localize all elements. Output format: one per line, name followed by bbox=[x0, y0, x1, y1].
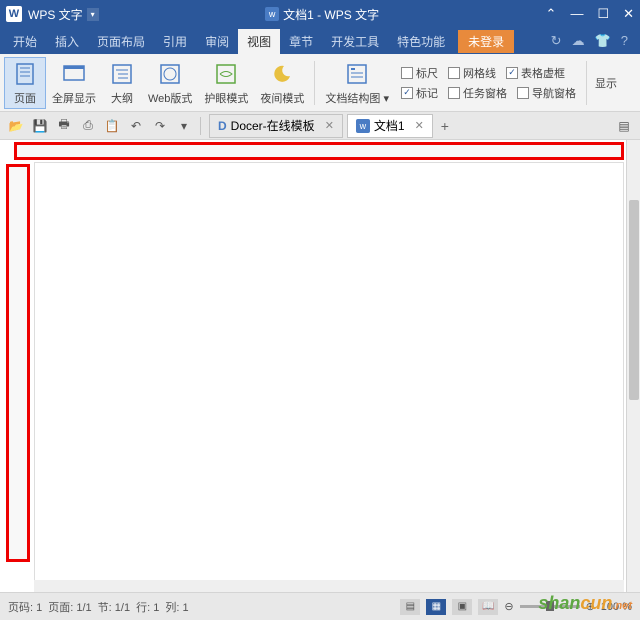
horizontal-scrollbar[interactable] bbox=[34, 580, 624, 592]
structure-icon bbox=[343, 60, 371, 88]
doc-icon: w bbox=[265, 7, 279, 21]
view-mode-read-icon[interactable]: 📖 bbox=[478, 599, 498, 615]
status-col: 列: 1 bbox=[165, 599, 188, 615]
window-title: w 文档1 - WPS 文字 bbox=[99, 6, 546, 23]
view-fullscreen-button[interactable]: 全屏显示 bbox=[46, 58, 102, 108]
night-mode-icon bbox=[268, 60, 296, 88]
eyecare-icon bbox=[212, 60, 240, 88]
print-icon[interactable]: 🖶 bbox=[54, 116, 74, 136]
view-outline-button[interactable]: 大纲 bbox=[102, 58, 142, 108]
redo-icon[interactable]: ↷ bbox=[150, 116, 170, 136]
view-checkboxes: 标尺 网格线 ✓表格虚框 ✓标记 任务窗格 导航窗格 bbox=[395, 65, 582, 101]
skin-icon[interactable]: 👕 bbox=[595, 33, 611, 49]
checkbox-gridlines[interactable]: 网格线 bbox=[448, 65, 496, 81]
menu-dev-tools[interactable]: 开发工具 bbox=[322, 29, 388, 54]
document-page[interactable] bbox=[34, 162, 624, 586]
zoom-slider[interactable] bbox=[520, 605, 580, 608]
help-icon[interactable]: ? bbox=[621, 33, 628, 49]
close-icon[interactable]: ✕ bbox=[623, 6, 634, 22]
menu-review[interactable]: 审阅 bbox=[196, 29, 238, 54]
menu-insert[interactable]: 插入 bbox=[46, 29, 88, 54]
checkbox-nav-pane[interactable]: 导航窗格 bbox=[517, 85, 576, 101]
qb-dropdown-icon[interactable]: ▾ bbox=[174, 116, 194, 136]
menu-start[interactable]: 开始 bbox=[4, 29, 46, 54]
tab-doc1[interactable]: w 文档1 ✕ bbox=[347, 114, 433, 138]
refresh-icon[interactable]: ↻ bbox=[551, 33, 562, 49]
status-page-of: 页面: 1/1 bbox=[48, 599, 91, 615]
status-page-number: 页码: 1 bbox=[8, 599, 42, 615]
view-web-button[interactable]: Web版式 bbox=[142, 58, 198, 108]
print-preview-icon[interactable]: ⎙ bbox=[78, 116, 98, 136]
ribbon: 页面 全屏显示 大纲 Web版式 护眼模式 夜间模式 文档结构图 ▾ 标尺 网格… bbox=[0, 54, 640, 112]
status-line: 行: 1 bbox=[136, 599, 159, 615]
doc-structure-button[interactable]: 文档结构图 ▾ bbox=[319, 58, 395, 108]
maximize-icon[interactable]: ☐ bbox=[597, 6, 609, 22]
view-mode-outline-icon[interactable]: ▤ bbox=[400, 599, 420, 615]
undo-icon[interactable]: ↶ bbox=[126, 116, 146, 136]
checkbox-table-dashed[interactable]: ✓表格虚框 bbox=[506, 65, 565, 81]
app-dropdown-icon[interactable]: ▾ bbox=[87, 8, 99, 21]
app-name: WPS 文字 bbox=[28, 6, 83, 23]
view-mode-web-icon[interactable]: ▣ bbox=[452, 599, 472, 615]
checkbox-task-pane[interactable]: 任务窗格 bbox=[448, 85, 507, 101]
tab-close-icon[interactable]: ✕ bbox=[415, 119, 424, 132]
status-section: 节: 1/1 bbox=[98, 599, 130, 615]
vertical-ruler-highlight bbox=[6, 164, 30, 562]
outline-icon bbox=[108, 60, 136, 88]
app-logo-icon: W bbox=[6, 6, 22, 22]
menu-view[interactable]: 视图 bbox=[238, 29, 280, 54]
scrollbar-thumb[interactable] bbox=[629, 200, 639, 400]
ribbon-separator bbox=[586, 61, 587, 105]
zoom-in-icon[interactable]: ⊕ bbox=[586, 600, 595, 613]
statusbar: 页码: 1 页面: 1/1 节: 1/1 行: 1 列: 1 ▤ ▦ ▣ 📖 ⊖… bbox=[0, 592, 640, 620]
tab-close-icon[interactable]: ✕ bbox=[325, 119, 334, 132]
qb-separator bbox=[200, 117, 201, 135]
cloud-icon[interactable]: ☁ bbox=[572, 33, 585, 49]
workspace bbox=[0, 140, 640, 592]
horizontal-ruler-highlight bbox=[14, 142, 624, 160]
menu-features[interactable]: 特色功能 bbox=[388, 29, 454, 54]
login-button[interactable]: 未登录 bbox=[458, 30, 514, 53]
open-icon[interactable]: 📂 bbox=[6, 116, 26, 136]
view-page-button[interactable]: 页面 bbox=[4, 57, 46, 109]
titlebar: W WPS 文字 ▾ w 文档1 - WPS 文字 ⌃ — ☐ ✕ bbox=[0, 0, 640, 28]
menu-page-layout[interactable]: 页面布局 bbox=[88, 29, 154, 54]
docer-icon: D bbox=[218, 119, 227, 133]
tab-list-icon[interactable]: ▤ bbox=[614, 116, 634, 136]
minimize-icon[interactable]: — bbox=[570, 6, 583, 22]
view-eyecare-button[interactable]: 护眼模式 bbox=[198, 58, 254, 108]
menubar: 开始 插入 页面布局 引用 审阅 视图 章节 开发工具 特色功能 未登录 ↻ ☁… bbox=[0, 28, 640, 54]
paste-icon[interactable]: 📋 bbox=[102, 116, 122, 136]
view-night-button[interactable]: 夜间模式 bbox=[254, 58, 310, 108]
vertical-scrollbar[interactable] bbox=[626, 140, 640, 592]
checkbox-ruler[interactable]: 标尺 bbox=[401, 65, 438, 81]
zoom-value[interactable]: 100 % bbox=[601, 601, 632, 613]
ribbon-separator bbox=[314, 61, 315, 105]
page-view-icon bbox=[11, 60, 39, 88]
web-layout-icon bbox=[156, 60, 184, 88]
ribbon-collapse-icon[interactable]: ⌃ bbox=[546, 6, 557, 22]
checkbox-markup[interactable]: ✓标记 bbox=[401, 85, 438, 101]
tab-add-button[interactable]: + bbox=[433, 118, 457, 134]
tab-docer[interactable]: D Docer-在线模板 ✕ bbox=[209, 114, 343, 138]
doc-icon: w bbox=[356, 119, 370, 133]
menu-references[interactable]: 引用 bbox=[154, 29, 196, 54]
save-icon[interactable]: 💾 bbox=[30, 116, 50, 136]
fullscreen-icon bbox=[60, 60, 88, 88]
show-group-label: 显示 bbox=[591, 75, 621, 91]
menu-sections[interactable]: 章节 bbox=[280, 29, 322, 54]
zoom-slider-thumb[interactable] bbox=[546, 601, 554, 611]
view-mode-page-icon[interactable]: ▦ bbox=[426, 599, 446, 615]
quick-access-bar: 📂 💾 🖶 ⎙ 📋 ↶ ↷ ▾ D Docer-在线模板 ✕ w 文档1 ✕ +… bbox=[0, 112, 640, 140]
zoom-out-icon[interactable]: ⊖ bbox=[504, 600, 513, 613]
